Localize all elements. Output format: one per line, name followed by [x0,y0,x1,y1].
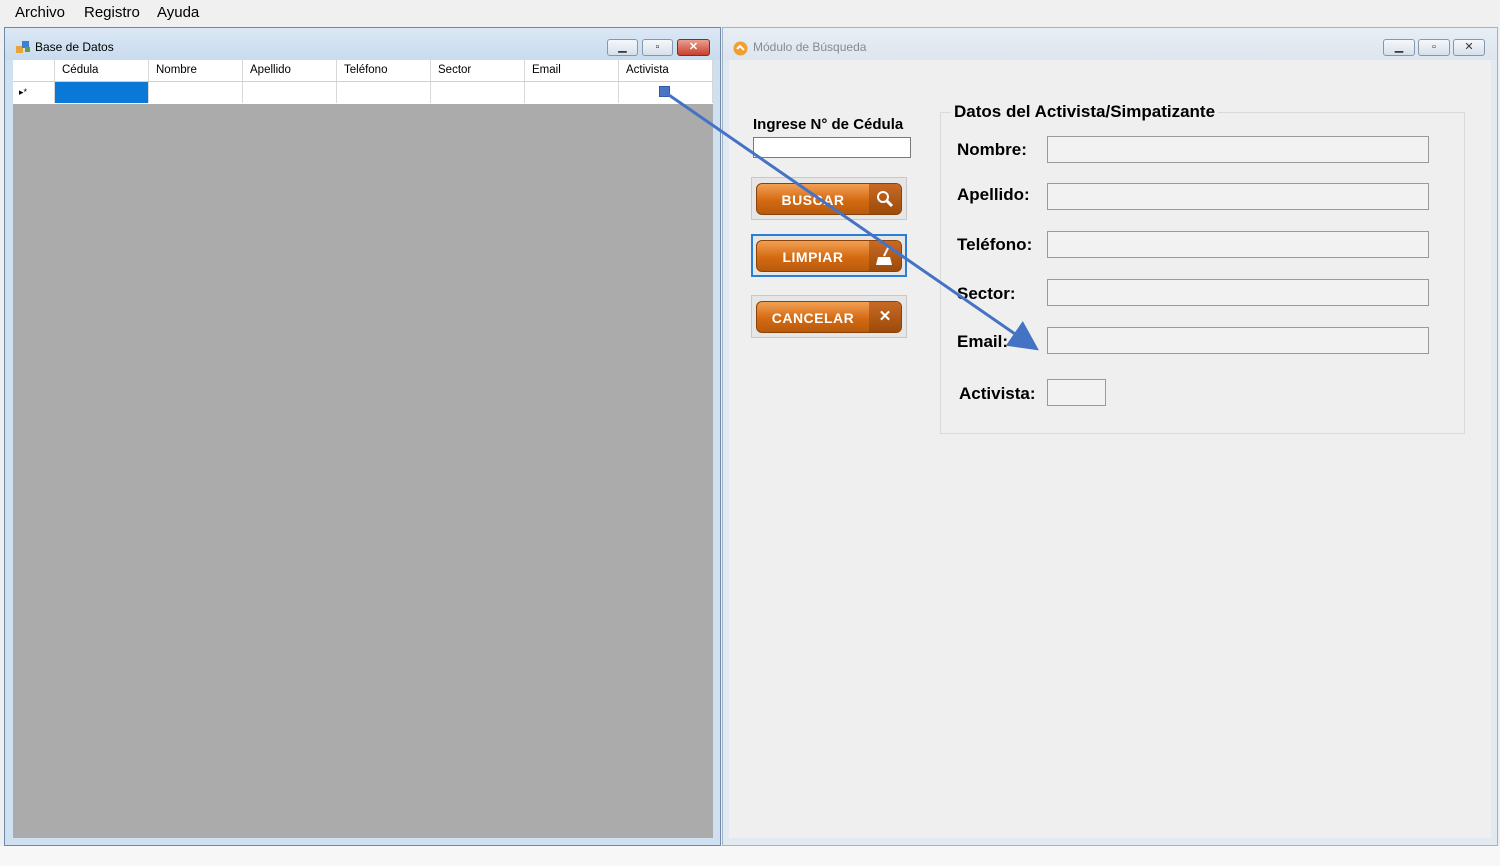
cedula-label: Ingrese N° de Cédula [753,116,904,133]
nombre-label: Nombre: [957,140,1027,159]
minimize-button[interactable]: ▁ [607,39,638,56]
buscar-label: BUSCAR [781,192,845,208]
cell-telefono[interactable] [337,82,431,103]
cell-email[interactable] [525,82,619,103]
database-icon [16,41,30,53]
column-header-nombre[interactable]: Nombre [149,60,243,81]
activista-checkbox[interactable] [659,86,670,97]
menu-ayuda[interactable]: Ayuda [157,4,199,21]
nombre-field[interactable] [1047,136,1429,163]
sector-field[interactable] [1047,279,1429,306]
cedula-input[interactable] [753,137,911,158]
column-header-email[interactable]: Email [525,60,619,81]
x-icon: ✕ [869,302,901,332]
cancelar-label: CANCELAR [771,310,855,326]
database-window: Base de Datos ▁ ▫ ✕ Cédula Nombre Apelli… [4,27,721,846]
sector-label: Sector: [957,284,1016,303]
maximize-button[interactable]: ▫ [642,39,673,56]
limpiar-button-frame: LIMPIAR [751,234,907,277]
search-window-title: Módulo de Búsqueda [753,40,867,54]
search-window-titlebar[interactable]: Módulo de Búsqueda ▁ ▫ ✕ [723,28,1497,60]
cell-apellido[interactable] [243,82,337,103]
column-header-telefono[interactable]: Teléfono [337,60,431,81]
column-header-apellido[interactable]: Apellido [243,60,337,81]
cell-cedula[interactable] [55,82,149,103]
maximize-button[interactable]: ▫ [1418,39,1450,56]
column-header-activista[interactable]: Activista [619,60,713,81]
table-row-new[interactable]: ▸* [13,81,713,104]
limpiar-label: LIMPIAR [782,249,844,265]
data-grid[interactable]: Cédula Nombre Apellido Teléfono Sector E… [13,60,713,838]
broom-icon [869,241,901,271]
telefono-field[interactable] [1047,231,1429,258]
email-field[interactable] [1047,327,1429,354]
cell-sector[interactable] [431,82,525,103]
cell-activista[interactable] [619,82,713,103]
close-button[interactable]: ✕ [1453,39,1485,56]
groupbox-title: Datos del Activista/Simpatizante [951,102,1219,122]
buscar-button-frame: BUSCAR [751,177,907,220]
column-header-cedula[interactable]: Cédula [55,60,149,81]
menu-registro[interactable]: Registro [84,4,140,21]
limpiar-button[interactable]: LIMPIAR [756,240,902,272]
activista-field[interactable] [1047,379,1106,406]
database-window-titlebar[interactable]: Base de Datos ▁ ▫ ✕ [5,28,720,60]
database-window-title: Base de Datos [35,40,114,54]
cell-nombre[interactable] [149,82,243,103]
search-window-client: Ingrese N° de Cédula BUSCAR LIMPIAR CANC… [729,60,1491,838]
row-header-corner [13,60,55,81]
minimize-button[interactable]: ▁ [1383,39,1415,56]
status-bar [0,846,1500,866]
apellido-field[interactable] [1047,183,1429,210]
buscar-button[interactable]: BUSCAR [756,183,902,215]
activista-label: Activista: [959,384,1036,403]
telefono-label: Teléfono: [957,235,1033,254]
menu-bar: Archivo Registro Ayuda [0,0,1500,26]
column-header-sector[interactable]: Sector [431,60,525,81]
magnifier-icon [869,184,901,214]
menu-archivo[interactable]: Archivo [15,4,65,21]
close-button[interactable]: ✕ [677,39,710,56]
email-label: Email: [957,332,1009,351]
grid-header: Cédula Nombre Apellido Teléfono Sector E… [13,60,713,81]
search-window: Módulo de Búsqueda ▁ ▫ ✕ Ingrese N° de C… [722,27,1498,846]
row-header-new[interactable]: ▸* [13,82,55,103]
cancelar-button[interactable]: CANCELAR ✕ [756,301,902,333]
apellido-label: Apellido: [957,185,1030,204]
cancelar-button-frame: CANCELAR ✕ [751,295,907,338]
search-module-icon [733,41,748,56]
